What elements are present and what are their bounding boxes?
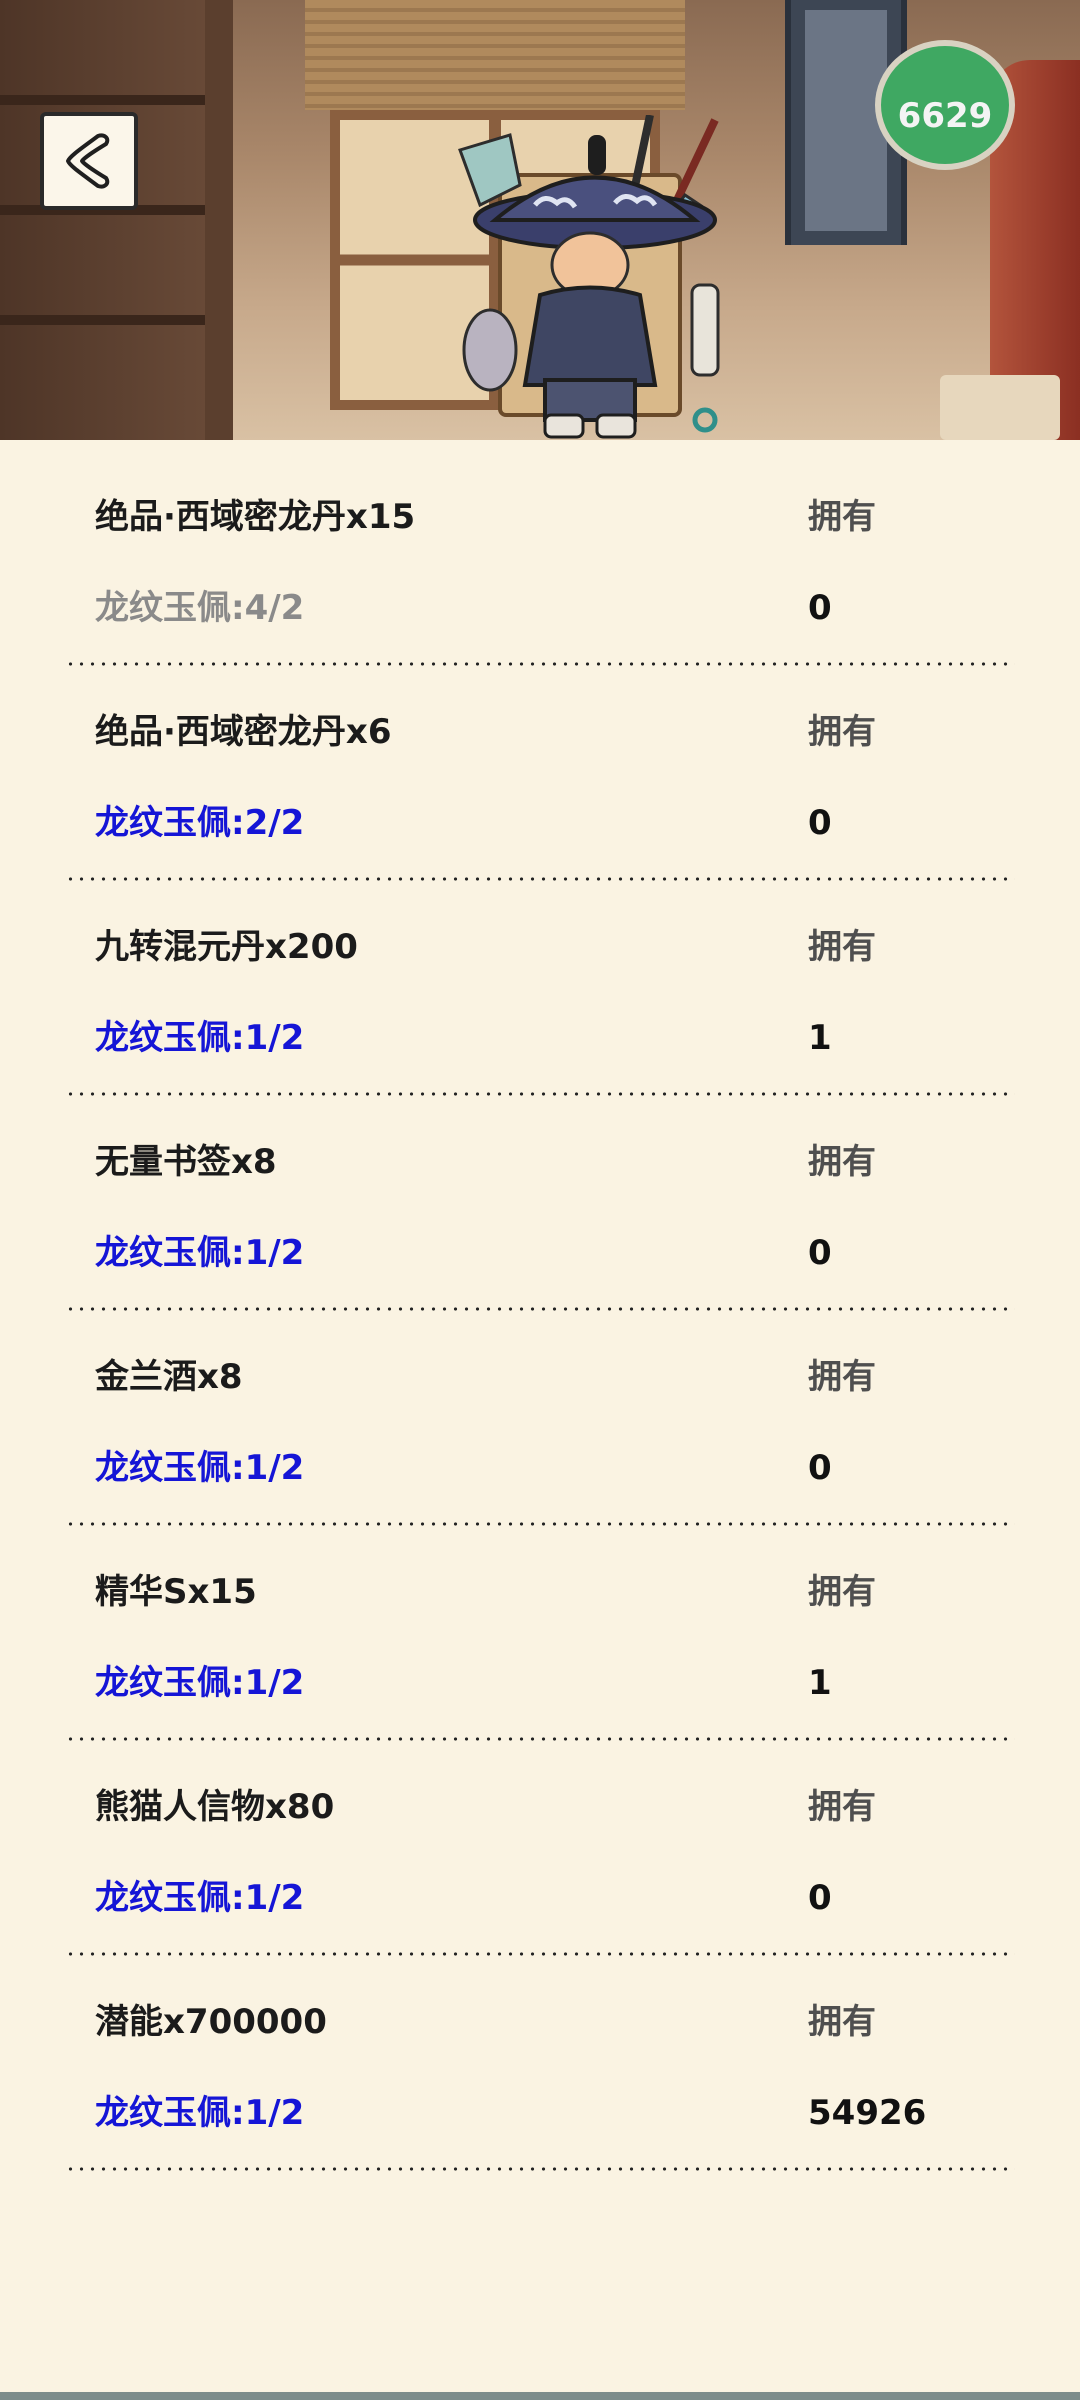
requirement-progress: 龙纹玉佩:1/2 <box>95 1233 305 1273</box>
list-item[interactable]: 无量书签x8 拥有 龙纹玉佩:1/2 0 <box>0 1085 1080 1311</box>
requirement-progress: 龙纹玉佩:4/2 <box>95 588 305 628</box>
dotted-divider <box>65 2167 1015 2171</box>
owned-label: 拥有 <box>808 712 876 752</box>
stool-decoration <box>940 375 1060 440</box>
bookshelf-decoration <box>0 0 230 440</box>
back-button[interactable] <box>40 112 138 210</box>
list-item[interactable]: 熊猫人信物x80 拥有 龙纹玉佩:1/2 0 <box>0 1730 1080 1956</box>
owned-label: 拥有 <box>808 1572 876 1612</box>
list-item[interactable]: 潜能x700000 拥有 龙纹玉佩:1/2 54926 <box>0 1945 1080 2171</box>
requirement-progress: 龙纹玉佩:1/2 <box>95 1448 305 1488</box>
owned-label: 拥有 <box>808 927 876 967</box>
list-item[interactable]: 九转混元丹x200 拥有 龙纹玉佩:1/2 1 <box>0 870 1080 1096</box>
owned-value: 0 <box>808 1878 832 1918</box>
chevron-left-icon <box>66 133 110 189</box>
owned-value: 1 <box>808 1663 832 1703</box>
merchant-character-illustration <box>458 115 720 439</box>
owned-value: 0 <box>808 1233 832 1273</box>
owned-value: 0 <box>808 588 832 628</box>
owned-label: 拥有 <box>808 1787 876 1827</box>
owned-label: 拥有 <box>808 1357 876 1397</box>
requirement-progress: 龙纹玉佩:1/2 <box>95 1878 305 1918</box>
owned-value: 0 <box>808 803 832 843</box>
header-banner: 6629 <box>0 0 1080 440</box>
requirement-progress: 龙纹玉佩:1/2 <box>95 2093 305 2133</box>
item-title: 绝品·西域密龙丹x6 <box>95 712 392 752</box>
item-title: 熊猫人信物x80 <box>95 1787 335 1827</box>
item-title: 潜能x700000 <box>95 2002 327 2042</box>
window-blind-decoration <box>305 0 685 110</box>
item-title: 精华Sx15 <box>95 1572 257 1612</box>
owned-value: 54926 <box>808 2093 927 2133</box>
requirement-progress: 龙纹玉佩:2/2 <box>95 803 305 843</box>
item-title: 无量书签x8 <box>95 1142 277 1182</box>
list-item[interactable]: 金兰酒x8 拥有 龙纹玉佩:1/2 0 <box>0 1300 1080 1526</box>
owned-label: 拥有 <box>808 497 876 537</box>
list-item[interactable]: 精华Sx15 拥有 龙纹玉佩:1/2 1 <box>0 1515 1080 1741</box>
item-title: 金兰酒x8 <box>95 1357 243 1397</box>
item-title: 九转混元丹x200 <box>95 927 358 967</box>
list-item[interactable]: 绝品·西域密龙丹x15 拥有 龙纹玉佩:4/2 0 <box>0 440 1080 666</box>
exchange-item-list: 绝品·西域密龙丹x15 拥有 龙纹玉佩:4/2 0 绝品·西域密龙丹x6 拥有 … <box>0 440 1080 2171</box>
pillar-decoration <box>205 0 233 440</box>
currency-badge: 6629 <box>875 40 1015 170</box>
owned-label: 拥有 <box>808 1142 876 1182</box>
bottom-edge <box>0 2392 1080 2400</box>
currency-badge-text: 6629 <box>897 96 993 136</box>
item-title: 绝品·西域密龙丹x15 <box>95 497 416 537</box>
list-item[interactable]: 绝品·西域密龙丹x6 拥有 龙纹玉佩:2/2 0 <box>0 655 1080 881</box>
owned-label: 拥有 <box>808 2002 876 2042</box>
requirement-progress: 龙纹玉佩:1/2 <box>95 1663 305 1703</box>
owned-value: 0 <box>808 1448 832 1488</box>
requirement-progress: 龙纹玉佩:1/2 <box>95 1018 305 1058</box>
owned-value: 1 <box>808 1018 832 1058</box>
